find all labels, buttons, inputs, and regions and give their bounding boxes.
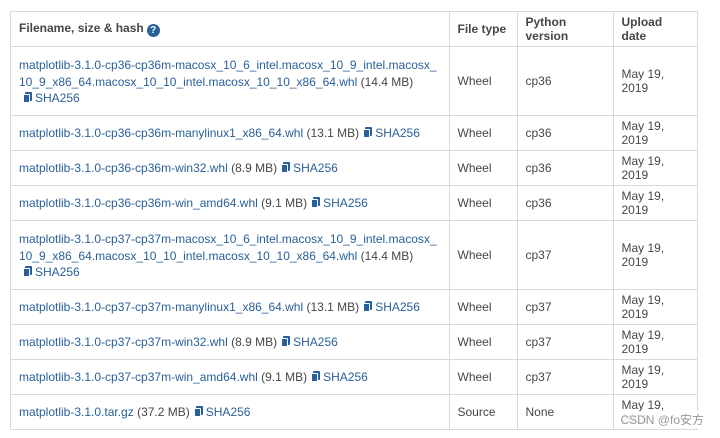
upload-date-cell: May 19, 2019 [613,46,697,116]
sha256-label: SHA256 [323,369,368,384]
copy-icon [311,196,321,208]
python-version-cell: cp37 [517,324,614,360]
copy-icon [23,266,32,277]
sha256-label: SHA256 [293,160,338,175]
python-version-cell: cp37 [517,359,614,395]
file-size: (14.4 MB) [360,249,414,263]
file-size: (13.1 MB) [306,299,360,314]
file-size: (37.2 MB) [137,404,190,419]
filename-cell: matplotlib-3.1.0-cp36-cp36m-win32.whl (8… [11,150,450,186]
files-table-container: Filename, size & hash? File type Python … [10,11,698,430]
file-link[interactable]: matplotlib-3.1.0-cp36-cp36m-manylinux1_x… [19,126,303,140]
file-type-cell: Wheel [449,185,518,221]
sha256-link[interactable]: SHA256 [307,196,368,210]
filename-cell: matplotlib-3.1.0-cp37-cp37m-macosx_10_6_… [11,220,450,290]
file-link[interactable]: matplotlib-3.1.0.tar.gz [19,405,134,419]
table-header-row: Filename, size & hash? File type Python … [11,12,697,47]
file-link[interactable]: matplotlib-3.1.0-cp37-cp37m-manylinux1_x… [19,300,303,314]
file-type-cell: Wheel [449,115,518,151]
header-file-type: File type [449,12,518,47]
file-link[interactable]: matplotlib-3.1.0-cp36-cp36m-win_amd64.wh… [19,196,258,210]
upload-date-cell: May 19, 2019 [613,185,697,221]
sha256-link[interactable]: SHA256 [19,91,80,105]
file-type-cell: Source [449,394,518,429]
file-type-cell: Wheel [449,359,518,395]
file-size: (8.9 MB) [231,160,278,175]
sha256-label: SHA256 [375,299,420,314]
copy-icon [311,370,321,382]
sha256-link[interactable]: SHA256 [307,370,368,384]
filename-cell: matplotlib-3.1.0-cp36-cp36m-macosx_10_6_… [11,46,450,116]
sha256-label: SHA256 [35,265,80,279]
python-version-cell: cp37 [517,289,614,325]
csdn-watermark: CSDN @fo安方 [618,411,706,428]
file-type-cell: Wheel [449,150,518,186]
question-circle-icon[interactable]: ? [146,24,160,37]
copy-icon [363,126,373,138]
table-row: matplotlib-3.1.0-cp37-cp37m-win_amd64.wh… [11,359,697,395]
file-link[interactable]: matplotlib-3.1.0-cp37-cp37m-win32.whl [19,335,228,349]
table-row: matplotlib-3.1.0.tar.gz (37.2 MB) SHA256 … [11,394,697,429]
files-table: Filename, size & hash? File type Python … [11,12,697,429]
sha256-link[interactable]: SHA256 [277,161,338,175]
sha256-link[interactable]: SHA256 [19,265,80,279]
sha256-label: SHA256 [293,334,338,349]
sha256-link[interactable]: SHA256 [359,300,420,314]
filename-cell: matplotlib-3.1.0-cp37-cp37m-win_amd64.wh… [11,359,450,395]
filename-cell: matplotlib-3.1.0.tar.gz (37.2 MB) SHA256 [11,394,450,429]
file-type-cell: Wheel [449,324,518,360]
python-version-cell: cp36 [517,46,614,116]
header-filename: Filename, size & hash? [11,12,450,47]
python-version-cell: None [517,394,614,429]
file-type-cell: Wheel [449,46,518,116]
table-row: matplotlib-3.1.0-cp37-cp37m-manylinux1_x… [11,289,697,325]
sha256-link[interactable]: SHA256 [277,335,338,349]
file-size: (13.1 MB) [306,125,360,140]
upload-date-cell: May 19, 2019 [613,220,697,290]
sha256-link[interactable]: SHA256 [359,126,420,140]
upload-date-cell: May 19, 2019 [613,359,697,395]
copy-icon [281,335,291,347]
file-size: (8.9 MB) [231,334,278,349]
sha256-label: SHA256 [323,195,368,210]
filename-cell: matplotlib-3.1.0-cp37-cp37m-manylinux1_x… [11,289,450,325]
table-row: matplotlib-3.1.0-cp36-cp36m-win32.whl (8… [11,150,697,186]
table-row: matplotlib-3.1.0-cp36-cp36m-manylinux1_x… [11,115,697,151]
file-size: (9.1 MB) [261,195,308,210]
sha256-link[interactable]: SHA256 [190,404,251,419]
filename-cell: matplotlib-3.1.0-cp36-cp36m-manylinux1_x… [11,115,450,151]
python-version-cell: cp36 [517,115,614,151]
file-type-cell: Wheel [449,289,518,325]
header-python-version: Python version [517,12,614,47]
upload-date-cell: May 19, 2019 [613,289,697,325]
filename-cell: matplotlib-3.1.0-cp37-cp37m-win32.whl (8… [11,324,450,360]
filename-cell: matplotlib-3.1.0-cp36-cp36m-win_amd64.wh… [11,185,450,221]
copy-icon [281,161,291,173]
copy-icon [193,405,203,417]
copy-icon [23,92,32,103]
upload-date-cell: May 19, 2019 [613,115,697,151]
table-row: matplotlib-3.1.0-cp37-cp37m-win32.whl (8… [11,324,697,360]
sha256-label: SHA256 [35,91,80,105]
file-type-cell: Wheel [449,220,518,290]
file-size: (14.4 MB) [360,75,414,89]
file-link[interactable]: matplotlib-3.1.0-cp36-cp36m-win32.whl [19,161,228,175]
upload-date-cell: May 19, 2019 [613,324,697,360]
python-version-cell: cp37 [517,220,614,290]
header-upload-date: Upload date [613,12,697,47]
table-row: matplotlib-3.1.0-cp37-cp37m-macosx_10_6_… [11,220,697,290]
header-filename-label: Filename, size & hash [19,21,144,35]
sha256-label: SHA256 [205,404,251,419]
file-size: (9.1 MB) [261,369,308,384]
table-row: matplotlib-3.1.0-cp36-cp36m-win_amd64.wh… [11,185,697,221]
copy-icon [363,300,373,312]
upload-date-cell: May 19, 2019 [613,150,697,186]
table-row: matplotlib-3.1.0-cp36-cp36m-macosx_10_6_… [11,46,697,116]
python-version-cell: cp36 [517,150,614,186]
file-link[interactable]: matplotlib-3.1.0-cp37-cp37m-win_amd64.wh… [19,370,258,384]
sha256-label: SHA256 [375,125,420,140]
python-version-cell: cp36 [517,185,614,221]
